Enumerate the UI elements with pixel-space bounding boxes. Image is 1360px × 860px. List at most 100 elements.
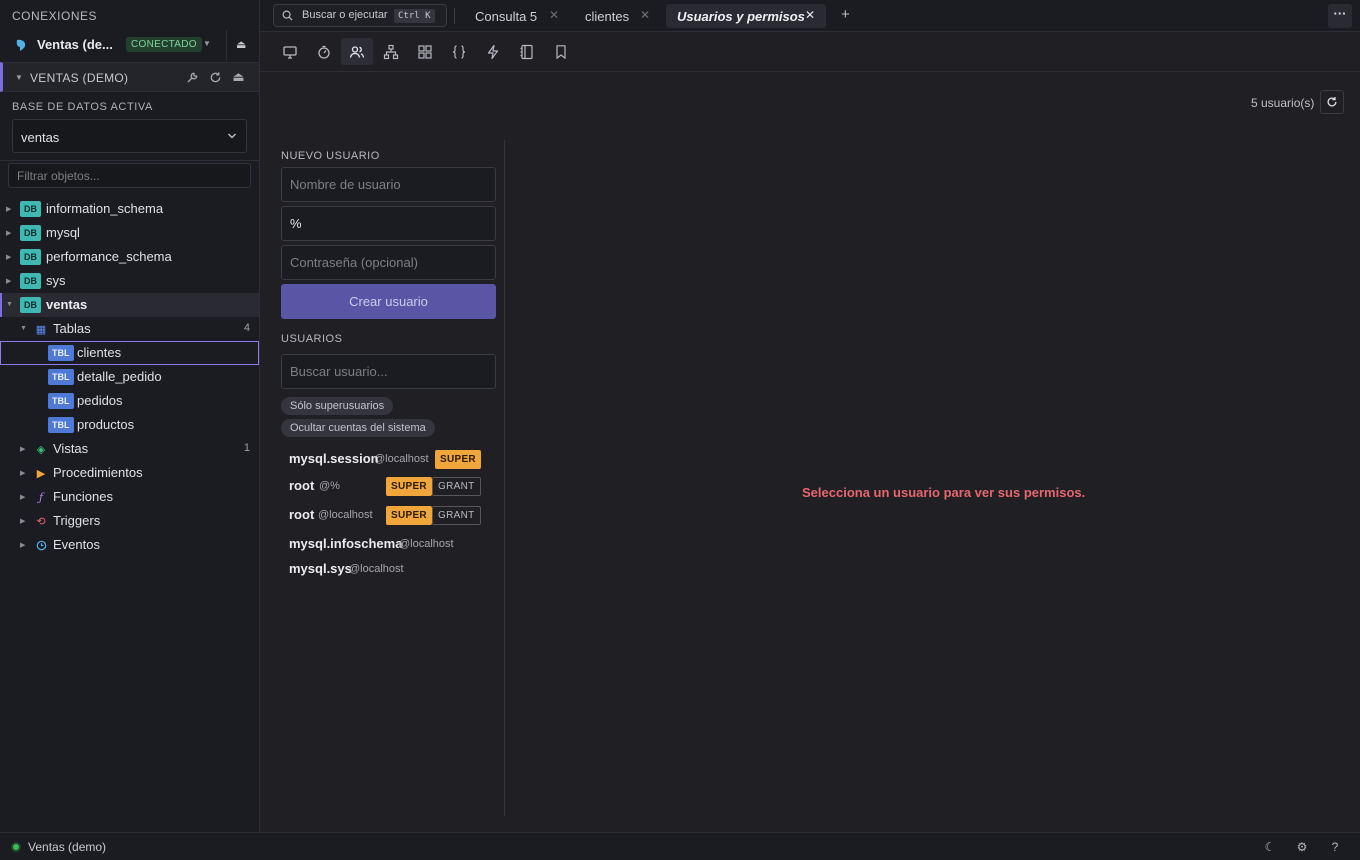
chevron-right-icon[interactable]: ▶ [6, 277, 11, 285]
user-name: root [289, 478, 315, 493]
tree-group-tablas[interactable]: ▼ ▦ Tablas 4 [0, 317, 259, 341]
super-badge: SUPER [435, 450, 481, 469]
new-user-label: NUEVO USUARIO [281, 150, 380, 162]
filter-system-chip[interactable]: Ocultar cuentas del sistema [281, 419, 435, 437]
gear-icon[interactable]: ⚙ [1296, 840, 1308, 854]
tab-label: clientes [585, 9, 630, 24]
tab-label: Usuarios y permisos [677, 9, 805, 24]
active-db-select[interactable]: ventas [12, 119, 247, 153]
tree-item-table-focused[interactable]: TBL clientes [0, 341, 259, 365]
hierarchy-icon[interactable] [375, 38, 407, 65]
db-badge: DB [20, 249, 41, 265]
monitor-icon[interactable] [274, 38, 306, 65]
username-field[interactable] [281, 167, 496, 202]
bolt-icon[interactable] [477, 38, 509, 65]
chevron-down-icon[interactable]: ▼ [20, 325, 27, 332]
filter-objects-input[interactable] [8, 163, 251, 188]
connection-status-dot [11, 842, 21, 852]
tree-item-db[interactable]: ▶ DB performance_schema [0, 245, 259, 269]
eject-icon[interactable]: ⏏ [236, 38, 246, 51]
toolbar [260, 32, 1360, 72]
db-badge: DB [20, 273, 41, 289]
user-row[interactable]: mysql.infoschema @localhost [289, 532, 499, 556]
dolphin-icon [16, 39, 26, 51]
tree-item-table[interactable]: TBL detalle_pedido [0, 365, 259, 389]
db-name: performance_schema [46, 249, 172, 264]
chevron-right-icon[interactable]: ▶ [6, 253, 11, 261]
tab-clientes[interactable]: clientes ✕ [575, 4, 655, 28]
braces-icon[interactable] [443, 38, 475, 65]
active-db-label: BASE DE DATOS ACTIVA [12, 101, 153, 113]
search-icon [282, 10, 293, 21]
connection-status-badge: CONECTADO [126, 37, 202, 52]
chevron-right-icon[interactable]: ▶ [6, 205, 11, 213]
status-connection-name: Ventas (demo) [28, 840, 107, 854]
filter-super-chip[interactable]: Sólo superusuarios [281, 397, 394, 415]
refresh-users-button[interactable] [1320, 90, 1344, 114]
chevron-down-icon[interactable]: ▼ [15, 73, 23, 82]
tab-usuarios-permisos[interactable]: Usuarios y permisos ✕ [666, 4, 826, 28]
bookmark-icon[interactable] [545, 38, 577, 65]
create-user-button[interactable]: Crear usuario [281, 284, 496, 319]
tree-item-table[interactable]: TBL pedidos [0, 389, 259, 413]
user-name: root [289, 507, 315, 522]
db-name: information_schema [46, 201, 164, 216]
connection-row[interactable]: Ventas (de... CONECTADO ▼ ⏏ [0, 30, 259, 60]
trigger-icon: ⟲ [36, 515, 46, 528]
tab-consulta-5[interactable]: Consulta 5 ✕ [464, 4, 564, 28]
command-search[interactable]: Buscar o ejecutar Ctrl K [273, 4, 447, 27]
chevron-right-icon[interactable]: ▶ [6, 229, 11, 237]
wrench-icon[interactable] [186, 70, 199, 84]
search-user-input[interactable] [281, 354, 496, 389]
tree-item-db[interactable]: ▶ DB mysql [0, 221, 259, 245]
group-label: Eventos [53, 537, 100, 552]
tree-group-eventos[interactable]: ▶ Eventos [0, 533, 259, 557]
clock-icon [35, 538, 47, 552]
db-name: mysql [46, 225, 80, 240]
chevron-right-icon[interactable]: ▶ [20, 445, 25, 453]
help-icon[interactable]: ? [1329, 840, 1341, 854]
tree-item-db-selected[interactable]: ▼ DB ventas [0, 293, 259, 317]
connection-caret-icon[interactable]: ▼ [203, 39, 211, 48]
close-icon[interactable]: ✕ [805, 8, 815, 22]
view-icon: ◈ [36, 443, 46, 456]
tree-item-db[interactable]: ▶ DB information_schema [0, 197, 259, 221]
tree-group-vistas[interactable]: ▶ ◈ Vistas 1 [0, 437, 259, 461]
object-tree: ▶ DB information_schema ▶ DB mysql ▶ DB … [0, 197, 259, 557]
close-icon[interactable]: ✕ [640, 8, 650, 22]
tree-group-triggers[interactable]: ▶ ⟲ Triggers [0, 509, 259, 533]
tree-group-procedimientos[interactable]: ▶ ▶ Procedimientos [0, 461, 259, 485]
db-badge: DB [20, 225, 41, 241]
timer-icon[interactable] [308, 38, 340, 65]
password-field[interactable] [281, 245, 496, 280]
group-label: Procedimientos [53, 465, 143, 480]
user-row[interactable]: root @localhost SUPER GRANT [289, 503, 499, 527]
tree-item-db[interactable]: ▶ DB sys [0, 269, 259, 293]
more-options-button[interactable]: ··· [1328, 4, 1352, 28]
moon-icon[interactable]: ☾ [1264, 840, 1276, 854]
host-field[interactable] [281, 206, 496, 241]
tab-label: Consulta 5 [475, 9, 538, 24]
chevron-right-icon[interactable]: ▶ [20, 517, 25, 525]
chevron-right-icon[interactable]: ▶ [20, 493, 25, 501]
tbl-badge: TBL [48, 369, 74, 385]
users-icon[interactable] [341, 38, 373, 65]
chevron-right-icon[interactable]: ▶ [20, 541, 25, 549]
db-header[interactable]: ▼ VENTAS (DEMO) ⏏ [0, 62, 259, 92]
refresh-icon[interactable] [209, 70, 222, 84]
add-tab-button[interactable]: + [841, 6, 850, 23]
user-row[interactable]: mysql.sys @localhost [289, 557, 499, 581]
user-row[interactable]: mysql.session @localhost SUPER [289, 447, 499, 471]
close-icon[interactable]: ✕ [549, 8, 559, 22]
notebook-icon[interactable] [511, 38, 543, 65]
statusbar: Ventas (demo) ☾ ⚙ ? [0, 832, 1360, 860]
grid-icon[interactable] [409, 38, 441, 65]
chevron-right-icon[interactable]: ▶ [20, 469, 25, 477]
user-host: @localhost [374, 453, 429, 465]
user-host: @localhost [349, 563, 404, 575]
tree-item-table[interactable]: TBL productos [0, 413, 259, 437]
eject-icon[interactable]: ⏏ [232, 69, 245, 84]
user-row[interactable]: root @% SUPER GRANT [289, 474, 499, 498]
tree-group-funciones[interactable]: ▶ ƒ Funciones [0, 485, 259, 509]
chevron-down-icon[interactable]: ▼ [6, 301, 13, 308]
